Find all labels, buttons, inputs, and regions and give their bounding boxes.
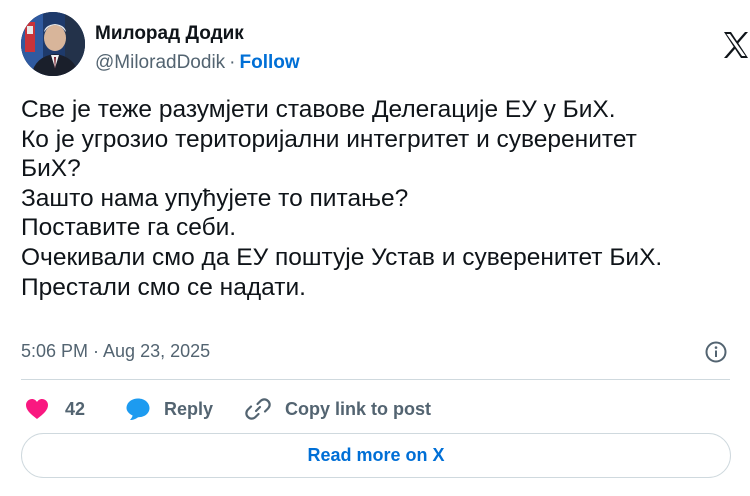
- post-text-line: Престали смо се надати.: [21, 273, 306, 301]
- post-actions: 42 Reply Copy link to post: [21, 394, 731, 424]
- author-handle[interactable]: @MiloradDodik: [95, 52, 225, 73]
- post-text: Све је теже разумјети ставове Делегације…: [21, 95, 731, 302]
- link-icon: [245, 398, 271, 420]
- post-header: Милорад Додик @MiloradDodik · Follow: [21, 12, 748, 82]
- embedded-post-card: Милорад Додик @MiloradDodik · Follow Све ј…: [0, 0, 750, 496]
- read-more-button[interactable]: Read more on X: [21, 433, 731, 478]
- x-logo-icon[interactable]: [721, 30, 750, 60]
- like-count: 42: [65, 398, 86, 419]
- like-button[interactable]: 42: [25, 394, 85, 424]
- divider: [21, 379, 730, 380]
- info-icon[interactable]: [704, 340, 728, 364]
- author-display-name[interactable]: Милорад Додик: [95, 23, 244, 45]
- post-text-line: Зашто нама упућујете то питање?: [21, 184, 409, 212]
- heart-icon: [26, 399, 48, 419]
- avatar-image: [21, 12, 85, 76]
- author-handle-row: @MiloradDodik · Follow: [95, 52, 300, 74]
- reply-button[interactable]: Reply: [125, 394, 213, 424]
- avatar[interactable]: [21, 12, 85, 76]
- copy-link-button[interactable]: Copy link to post: [245, 394, 431, 424]
- post-text-line: БиХ?: [21, 155, 81, 183]
- copy-link-label: Copy link to post: [285, 398, 431, 419]
- read-more-label: Read more on X: [307, 445, 445, 465]
- post-text-line: Поставите га себи.: [21, 214, 237, 242]
- reply-label: Reply: [164, 398, 214, 419]
- post-text-line: Очекивали смо да ЕУ поштује Устав и суве…: [21, 243, 663, 271]
- separator-dot: ·: [229, 52, 236, 73]
- post-timestamp[interactable]: 5:06 PM · Aug 23, 2025: [21, 341, 210, 362]
- reply-bubble-icon: [126, 398, 150, 420]
- post-text-line: Ко је угрозио територијални интегритет и…: [21, 125, 637, 153]
- follow-button[interactable]: Follow: [240, 52, 300, 73]
- post-text-line: Све је теже разумјети ставове Делегације…: [21, 96, 616, 123]
